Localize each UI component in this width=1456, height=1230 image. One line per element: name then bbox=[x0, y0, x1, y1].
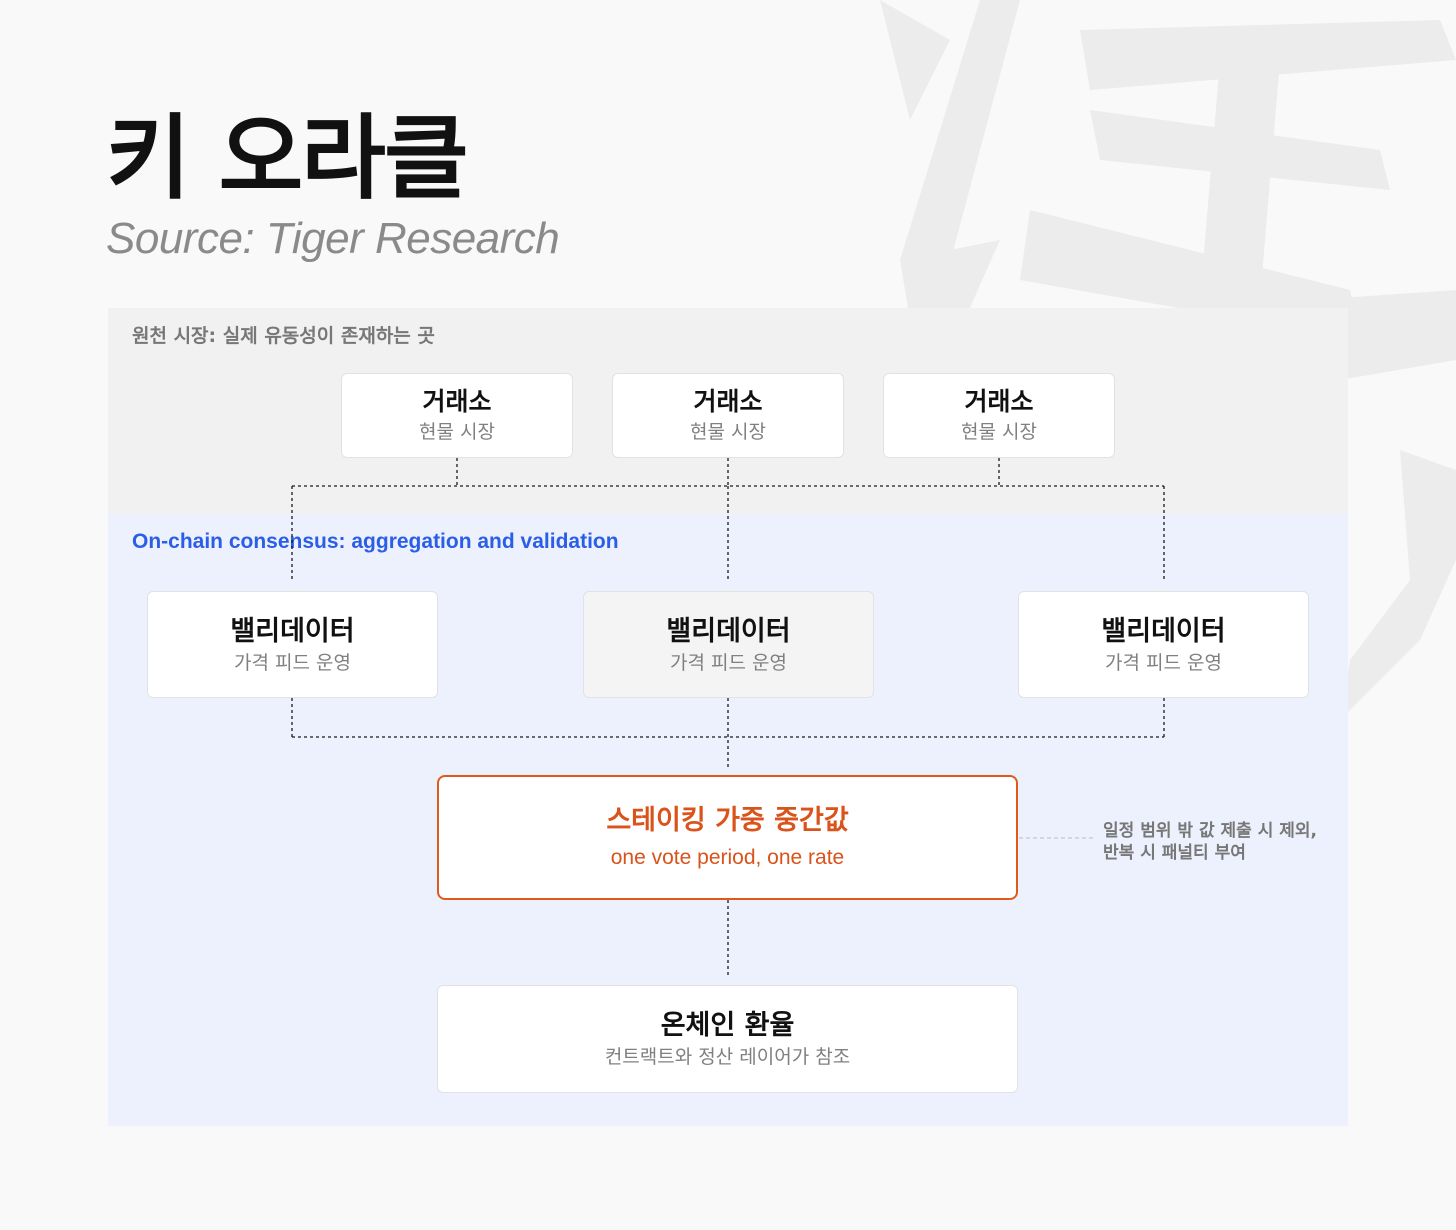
exchange-box: 거래소 현물 시장 bbox=[612, 373, 844, 458]
median-title: 스테이킹 가중 중간값 bbox=[606, 805, 849, 837]
exchange-box: 거래소 현물 시장 bbox=[883, 373, 1115, 458]
validator-subtitle: 가격 피드 운영 bbox=[234, 651, 351, 674]
exchange-title: 거래소 bbox=[422, 386, 492, 416]
validator-title: 밸리데이터 bbox=[230, 615, 355, 647]
exchange-subtitle: 현물 시장 bbox=[961, 421, 1037, 444]
exchange-title: 거래소 bbox=[964, 386, 1034, 416]
page-title: 키 오라클 bbox=[106, 105, 469, 212]
validator-title: 밸리데이터 bbox=[666, 615, 791, 647]
exchange-subtitle: 현물 시장 bbox=[419, 421, 495, 444]
onchain-rate-box: 온체인 환율 컨트랙트와 정산 레이어가 참조 bbox=[437, 985, 1018, 1093]
validator-box: 밸리데이터 가격 피드 운영 bbox=[1018, 591, 1309, 698]
validator-subtitle: 가격 피드 운영 bbox=[670, 651, 787, 674]
validator-subtitle: 가격 피드 운영 bbox=[1105, 651, 1222, 674]
exchange-title: 거래소 bbox=[693, 386, 763, 416]
median-subtitle: one vote period, one rate bbox=[610, 846, 845, 870]
rate-subtitle: 컨트랙트와 정산 레이어가 참조 bbox=[604, 1046, 851, 1069]
chain-zone-label: On-chain consensus: aggregation and vali… bbox=[132, 530, 619, 553]
penalty-note-line: 반복 시 패널티 부여 bbox=[1103, 843, 1246, 864]
validator-title: 밸리데이터 bbox=[1101, 615, 1226, 647]
source-credit: Source: Tiger Research bbox=[106, 214, 560, 263]
rate-title: 온체인 환율 bbox=[660, 1010, 795, 1042]
exchange-box: 거래소 현물 시장 bbox=[341, 373, 573, 458]
penalty-note: 일정 범위 밖 값 제출 시 제외, 반복 시 패널티 부여 bbox=[1103, 820, 1317, 864]
validator-box: 밸리데이터 가격 피드 운영 bbox=[583, 591, 874, 698]
penalty-note-line: 일정 범위 밖 값 제출 시 제외, bbox=[1103, 821, 1318, 841]
staking-weighted-median-box: 스테이킹 가중 중간값 one vote period, one rate bbox=[437, 775, 1018, 900]
validator-box: 밸리데이터 가격 피드 운영 bbox=[147, 591, 438, 698]
exchange-subtitle: 현물 시장 bbox=[690, 421, 766, 444]
source-zone-label: 원천 시장: 실제 유동성이 존재하는 곳 bbox=[132, 325, 435, 347]
